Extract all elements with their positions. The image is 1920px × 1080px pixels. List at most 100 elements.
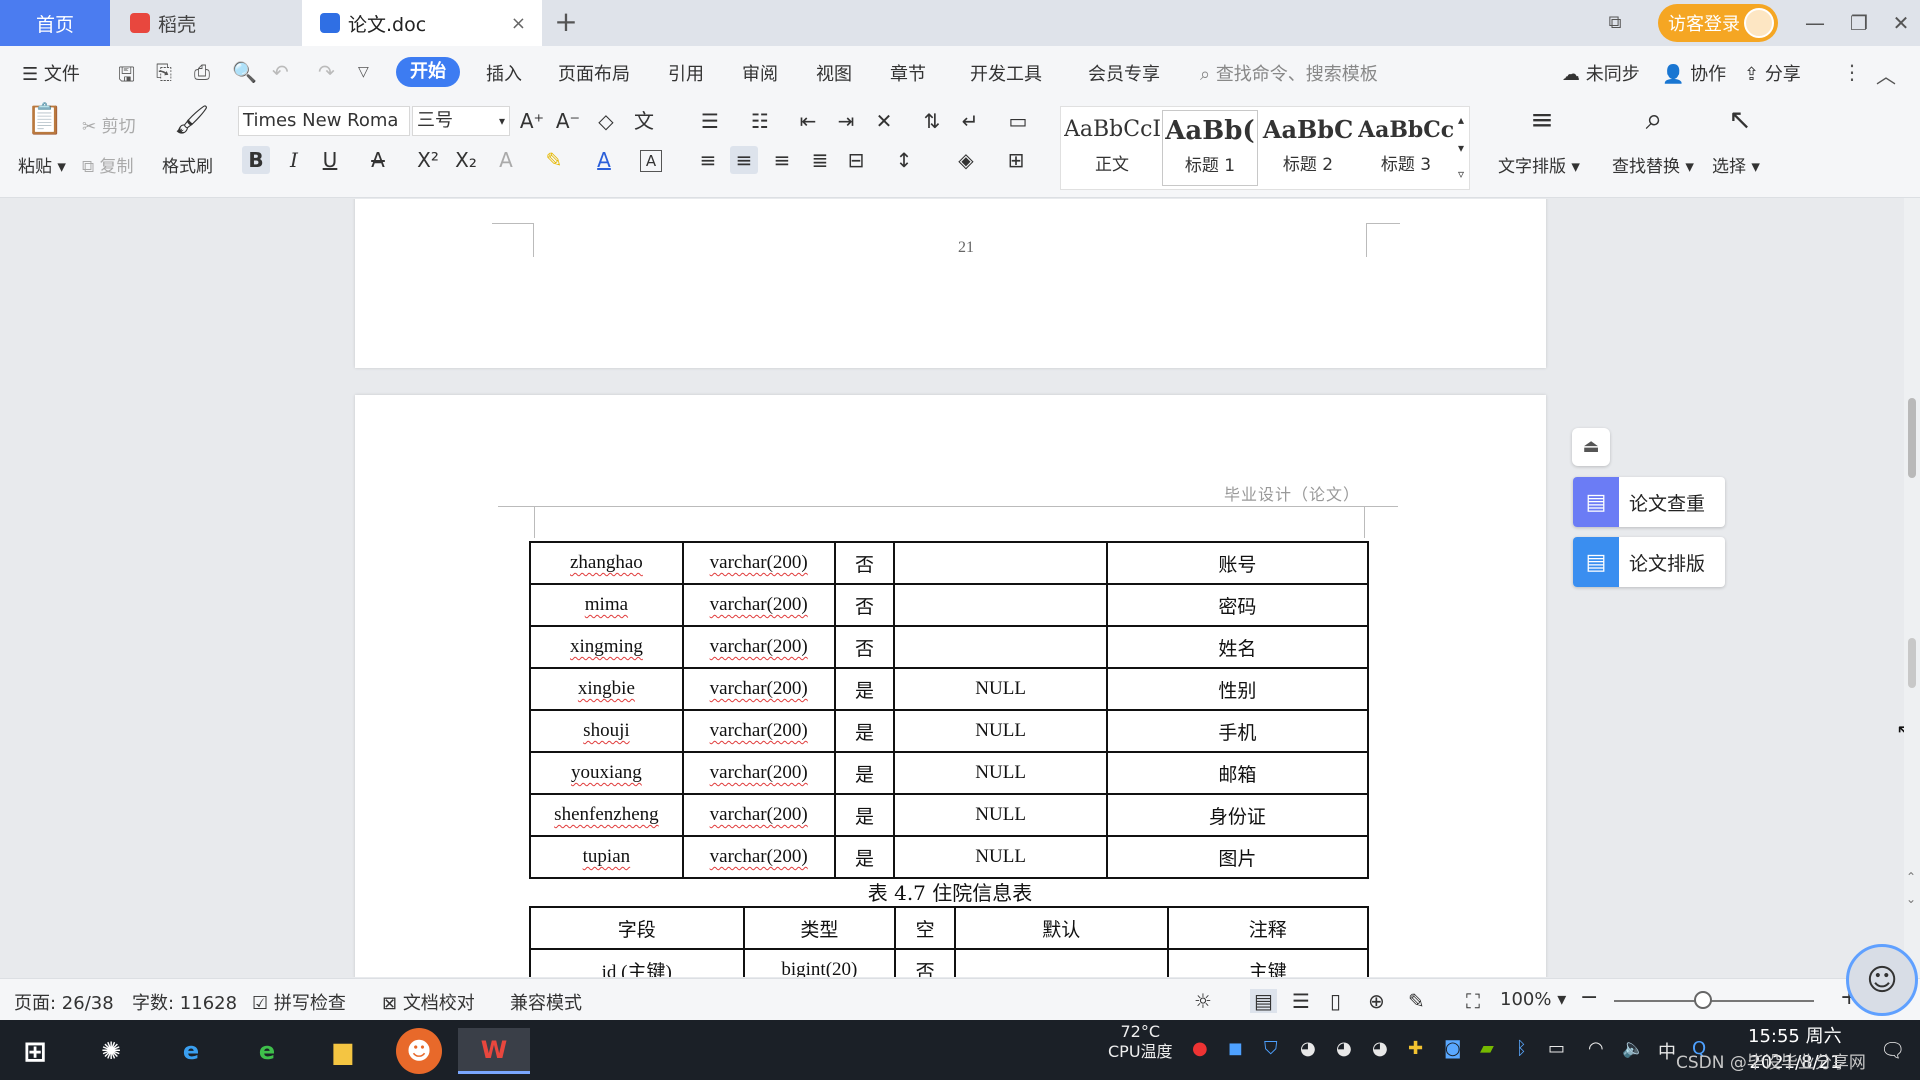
outline-view-icon[interactable]: ☰: [1292, 989, 1310, 1013]
table-cell[interactable]: [893, 541, 1108, 585]
find-replace-icon[interactable]: ⌕: [1634, 105, 1674, 146]
zoom-select[interactable]: 100% ▾: [1500, 989, 1566, 1010]
volume-icon[interactable]: 🔈: [1622, 1038, 1644, 1059]
format-painter-button[interactable]: 格式刷: [162, 152, 213, 177]
menu-references[interactable]: 引用: [668, 60, 704, 86]
command-search[interactable]: ⌕ 查找命令、搜索模板: [1200, 60, 1378, 86]
numbered-list-icon[interactable]: ☷: [746, 107, 774, 135]
spell-check-button[interactable]: ☑ 拼写检查: [252, 989, 346, 1015]
fit-page-icon[interactable]: ⛶: [1466, 989, 1480, 1013]
paper-layout-button[interactable]: ▤ 论文排版: [1573, 537, 1725, 587]
table-cell[interactable]: bigint(20): [742, 948, 897, 977]
table-cell[interactable]: varchar(200): [681, 835, 836, 879]
user-fields-table[interactable]: zhanghao varchar(200) 否 账号 mima varchar(200) 否…: [529, 541, 1370, 879]
style-heading-3[interactable]: AaBbCcI 标题 3: [1358, 110, 1454, 186]
table-cell[interactable]: 字段: [529, 906, 745, 950]
table-cell[interactable]: 密码: [1105, 583, 1370, 627]
table-cell[interactable]: xingming: [529, 625, 684, 669]
tab-daoke[interactable]: 稻壳: [112, 0, 302, 46]
bluetooth-icon[interactable]: ᛒ: [1516, 1038, 1527, 1059]
hospitalization-table[interactable]: 字段 类型 空 默认 注释 id (主键) bigint(20) 否 主键: [529, 906, 1370, 977]
table-cell[interactable]: 图片: [1105, 835, 1370, 879]
table-cell[interactable]: varchar(200): [681, 667, 836, 711]
menu-view[interactable]: 视图: [816, 60, 852, 86]
menu-developer[interactable]: 开发工具: [970, 60, 1042, 86]
page-indicator[interactable]: 页面: 26/38: [14, 989, 114, 1015]
chinese-layout-icon[interactable]: ✕: [870, 107, 898, 135]
tab-home[interactable]: 首页: [0, 0, 110, 46]
menu-review[interactable]: 审阅: [742, 60, 778, 86]
table-cell[interactable]: 注释: [1166, 906, 1370, 950]
table-cell[interactable]: varchar(200): [681, 625, 836, 669]
table-cell[interactable]: 否: [833, 625, 896, 669]
menu-start[interactable]: 开始: [396, 57, 460, 87]
table-cell[interactable]: 是: [833, 751, 896, 795]
table-cell[interactable]: NULL: [893, 793, 1108, 837]
borders-icon[interactable]: ⊞: [1002, 146, 1030, 174]
table-cell[interactable]: 性别: [1105, 667, 1370, 711]
table-cell[interactable]: NULL: [893, 709, 1108, 753]
table-cell[interactable]: shenfenzheng: [529, 793, 684, 837]
sync-status[interactable]: ☁ 未同步: [1562, 60, 1640, 86]
style-normal[interactable]: AaBbCcI 正文: [1064, 110, 1160, 186]
collaborate-button[interactable]: 👤 协作: [1662, 60, 1726, 86]
panel-collapse-button[interactable]: ⏏: [1572, 428, 1610, 466]
table-cell[interactable]: 类型: [742, 906, 897, 950]
table-cell[interactable]: 主键: [1166, 948, 1370, 977]
table-cell[interactable]: varchar(200): [681, 793, 836, 837]
visitor-login-button[interactable]: 访客登录: [1658, 4, 1778, 42]
table-cell[interactable]: 姓名: [1105, 625, 1370, 669]
table-cell[interactable]: zhanghao: [529, 541, 684, 585]
table-cell[interactable]: [893, 583, 1108, 627]
text-layout-icon[interactable]: ≡: [1522, 106, 1562, 146]
export-icon[interactable]: ⎘: [156, 60, 172, 84]
table-cell[interactable]: 身份证: [1105, 793, 1370, 837]
tab-document[interactable]: 论文.doc ×: [302, 0, 542, 46]
tray-app-icon[interactable]: ◙: [1444, 1038, 1461, 1059]
justify-icon[interactable]: ≣: [806, 146, 834, 174]
close-window-button[interactable]: ✕: [1884, 6, 1918, 40]
font-color-icon[interactable]: A: [590, 146, 618, 174]
file-menu[interactable]: ☰ 文件: [22, 60, 80, 86]
underline-icon[interactable]: U: [316, 146, 344, 174]
find-replace-button[interactable]: 查找替换 ▾: [1612, 152, 1694, 177]
line-spacing-icon[interactable]: ↕: [890, 146, 918, 174]
tray-app-icon[interactable]: ◼: [1228, 1038, 1243, 1059]
style-heading-2[interactable]: AaBbC 标题 2: [1260, 110, 1356, 186]
clear-format-icon[interactable]: ◇: [592, 107, 620, 135]
write-view-icon[interactable]: ✎: [1408, 989, 1425, 1013]
redo-icon[interactable]: ↷: [318, 60, 335, 84]
distributed-align-icon[interactable]: ⊟: [842, 146, 870, 174]
font-size-select[interactable]: 三号 ▾: [412, 106, 510, 136]
more-icon[interactable]: ⋮: [1842, 60, 1862, 84]
windows-start-icon[interactable]: ⊞: [12, 1028, 58, 1074]
decrease-indent-icon[interactable]: ⇤: [794, 107, 822, 135]
table-cell[interactable]: varchar(200): [681, 751, 836, 795]
table-cell[interactable]: 是: [833, 793, 896, 837]
align-center-icon[interactable]: ≡: [730, 146, 758, 174]
char-border-icon[interactable]: A: [640, 150, 662, 172]
font-name-select[interactable]: Times New Roma: [238, 106, 410, 136]
subscript-icon[interactable]: X₂: [452, 146, 480, 174]
nvidia-icon[interactable]: ▰: [1480, 1038, 1494, 1059]
style-scroll-up-icon[interactable]: ▴: [1452, 106, 1470, 134]
select-button[interactable]: 选择 ▾: [1712, 152, 1760, 177]
word-count[interactable]: 字数: 11628: [132, 989, 237, 1015]
eye-protection-icon[interactable]: ☼: [1194, 989, 1212, 1013]
zoom-slider[interactable]: [1614, 1000, 1814, 1002]
web-view-icon[interactable]: ⊕: [1368, 989, 1385, 1013]
table-cell[interactable]: 账号: [1105, 541, 1370, 585]
phonetic-guide-icon[interactable]: 文: [630, 107, 658, 135]
page-view-icon[interactable]: ▤: [1250, 989, 1277, 1013]
paste-icon[interactable]: 📋: [26, 105, 63, 142]
document-area[interactable]: 21 毕业设计（论文） zhanghao varchar(200) 否 账号 mima v…: [0, 199, 1920, 977]
paper-check-button[interactable]: ▤ 论文查重: [1573, 477, 1725, 527]
menu-member[interactable]: 会员专享: [1088, 60, 1160, 86]
table-cell[interactable]: 手机: [1105, 709, 1370, 753]
maximize-button[interactable]: ❐: [1842, 6, 1876, 40]
assistant-avatar-icon[interactable]: ☺: [1846, 944, 1918, 1016]
style-scroll-down-icon[interactable]: ▾: [1452, 134, 1470, 162]
print-icon[interactable]: ⎙: [194, 60, 210, 84]
scroll-thumb[interactable]: [1908, 398, 1916, 478]
collapse-ribbon-icon[interactable]: ︿: [1876, 60, 1896, 89]
